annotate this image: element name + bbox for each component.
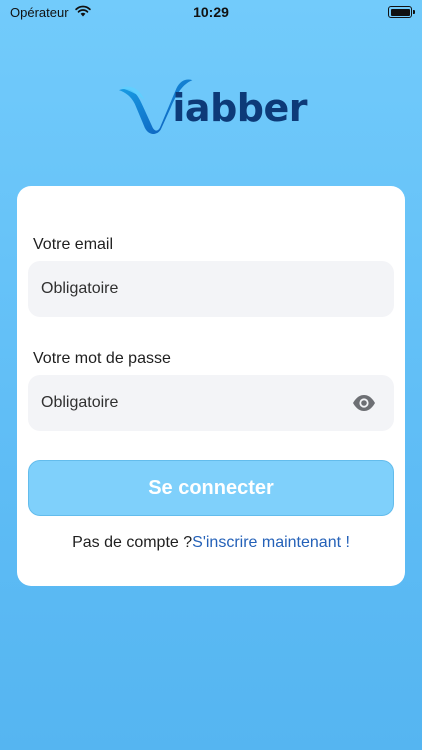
password-field-container[interactable] — [28, 375, 394, 431]
signup-prompt: Pas de compte ? — [72, 534, 193, 551]
status-left: Opérateur — [10, 5, 91, 20]
logo-text: iabber — [172, 86, 307, 130]
email-field-container[interactable] — [28, 261, 394, 317]
email-label: Votre email — [33, 236, 114, 253]
status-bar: Opérateur 10:29 — [0, 0, 422, 24]
login-button[interactable]: Se connecter — [28, 460, 394, 516]
signup-link[interactable]: S'inscrire maintenant ! — [192, 534, 350, 551]
password-input[interactable] — [41, 394, 381, 412]
battery-icon — [388, 6, 415, 18]
wifi-icon — [74, 5, 91, 20]
password-label: Votre mot de passe — [33, 350, 171, 367]
login-card: Votre email Votre mot de passe Se connec… — [17, 186, 405, 586]
eye-icon[interactable] — [352, 392, 376, 414]
signup-row: Pas de compte ?S'inscrire maintenant ! — [17, 534, 405, 552]
viabber-logo: iabber — [117, 70, 307, 134]
carrier-label: Opérateur — [10, 4, 69, 20]
email-input[interactable] — [41, 280, 381, 298]
